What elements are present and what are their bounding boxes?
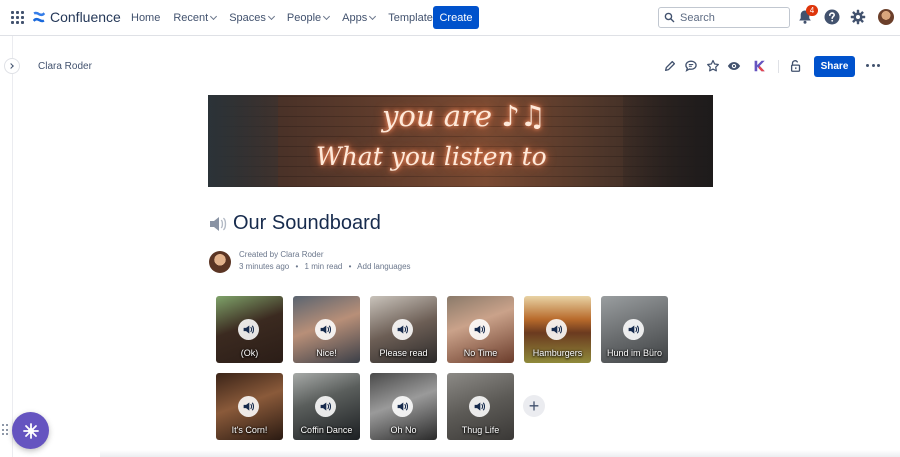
sparkle-icon — [22, 422, 39, 439]
play-speaker-icon[interactable] — [623, 319, 644, 340]
byline-time-ago: 3 minutes ago — [239, 262, 290, 271]
play-speaker-icon[interactable] — [469, 319, 490, 340]
nav-spaces[interactable]: Spaces — [229, 12, 275, 24]
create-button[interactable]: Create — [433, 6, 479, 29]
more-actions-icon[interactable] — [866, 64, 880, 68]
primary-nav: Home Recent Spaces People Apps Templates — [131, 0, 451, 36]
speaker-emoji-icon — [210, 216, 227, 231]
nav-apps-label: Apps — [342, 12, 368, 24]
byline-separator: • — [295, 262, 299, 271]
app-k-logo-icon[interactable] — [752, 59, 766, 73]
page-title-text: Our Soundboard — [233, 212, 381, 234]
chevron-down-icon — [210, 12, 218, 21]
chevron-down-icon — [323, 12, 331, 21]
notification-count-badge: 4 — [806, 5, 818, 16]
app-name: Confluence — [50, 9, 121, 25]
sound-tile-label: It's Corn! — [231, 425, 268, 435]
sound-tile[interactable]: No Time — [447, 296, 514, 363]
byline-separator: • — [348, 262, 352, 271]
byline-meta: 3 minutes ago • 1 min read • Add languag… — [239, 262, 415, 271]
search-icon — [664, 12, 675, 23]
play-speaker-icon[interactable] — [392, 396, 413, 417]
add-sound-button[interactable]: + — [523, 395, 545, 417]
play-speaker-icon[interactable] — [315, 319, 336, 340]
nav-apps[interactable]: Apps — [342, 12, 377, 24]
sound-tile[interactable]: Coffin Dance — [293, 373, 360, 440]
banner-neon-line2: What you listen to — [316, 142, 547, 171]
sound-tile-label: Nice! — [316, 348, 337, 358]
confluence-logo[interactable]: Confluence — [32, 9, 121, 25]
sound-tile-label: No Time — [463, 348, 498, 358]
sound-tile[interactable]: Please read — [370, 296, 437, 363]
nav-recent-label: Recent — [173, 12, 209, 24]
page-title: Our Soundboard — [208, 212, 381, 235]
play-speaker-icon[interactable] — [392, 319, 413, 340]
star-icon[interactable] — [706, 59, 720, 73]
sidebar-divider — [12, 36, 13, 457]
watch-eye-icon[interactable] — [727, 59, 741, 73]
nav-spaces-label: Spaces — [229, 12, 266, 24]
sound-tile[interactable]: It's Corn! — [216, 373, 283, 440]
sound-tile[interactable]: Hund im Büro — [601, 296, 668, 363]
search-input[interactable] — [680, 11, 780, 24]
toolbar-divider — [778, 60, 779, 73]
share-button[interactable]: Share — [814, 56, 855, 77]
byline-read-time: 1 min read — [304, 262, 343, 271]
settings-gear-icon[interactable] — [850, 9, 866, 25]
comment-icon[interactable] — [684, 59, 698, 73]
top-navigation-bar: Confluence Home Recent Spaces People App… — [0, 0, 900, 36]
play-speaker-icon[interactable] — [238, 396, 259, 417]
byline-created-by[interactable]: Created by Clara Roder — [239, 250, 323, 259]
ai-assistant-button[interactable] — [12, 412, 49, 449]
sound-tile-label: Please read — [379, 348, 428, 358]
sound-tile-label: Coffin Dance — [300, 425, 353, 435]
nav-templates-label: Templates — [388, 12, 439, 24]
chevron-down-icon — [369, 12, 377, 21]
drag-handle-icon[interactable] — [2, 424, 8, 436]
sound-tile-label: (Ok) — [240, 348, 259, 358]
sound-tile[interactable]: Thug Life — [447, 373, 514, 440]
sound-tile-label: Hund im Büro — [606, 348, 663, 358]
expand-sidebar-button[interactable] — [4, 58, 20, 74]
nav-home-label: Home — [131, 12, 161, 24]
app-switcher-icon[interactable] — [11, 11, 24, 24]
search-field[interactable] — [658, 7, 790, 28]
sound-tile[interactable]: Hamburgers — [524, 296, 591, 363]
user-avatar[interactable] — [878, 9, 894, 25]
banner-neon-line1: you are ♪♫ — [382, 99, 546, 133]
footer-shadow — [100, 450, 900, 457]
sound-tile-label: Thug Life — [461, 425, 500, 435]
sound-tile[interactable]: (Ok) — [216, 296, 283, 363]
sound-tile[interactable]: Oh No — [370, 373, 437, 440]
sound-tile[interactable]: Nice! — [293, 296, 360, 363]
chevron-down-icon — [267, 12, 275, 21]
play-speaker-icon[interactable] — [546, 319, 567, 340]
play-speaker-icon[interactable] — [238, 319, 259, 340]
breadcrumb[interactable]: Clara Roder — [38, 61, 92, 72]
nav-people-label: People — [286, 12, 322, 24]
play-speaker-icon[interactable] — [315, 396, 336, 417]
edit-pencil-icon[interactable] — [663, 59, 677, 73]
chevron-right-icon — [8, 63, 14, 69]
help-icon[interactable] — [824, 9, 840, 25]
confluence-logo-icon — [32, 11, 46, 23]
header-banner-image: you are ♪♫ What you listen to — [208, 95, 713, 187]
add-languages-link[interactable]: Add languages — [357, 262, 410, 271]
restrictions-lock-icon[interactable] — [789, 59, 803, 73]
play-speaker-icon[interactable] — [469, 396, 490, 417]
author-avatar[interactable] — [209, 251, 231, 273]
nav-templates[interactable]: Templates — [388, 12, 438, 24]
nav-home[interactable]: Home — [131, 12, 160, 24]
sound-tile-label: Hamburgers — [532, 348, 583, 358]
nav-recent[interactable]: Recent — [173, 12, 218, 24]
sound-tile-label: Oh No — [390, 425, 417, 435]
nav-people[interactable]: People — [286, 12, 331, 24]
